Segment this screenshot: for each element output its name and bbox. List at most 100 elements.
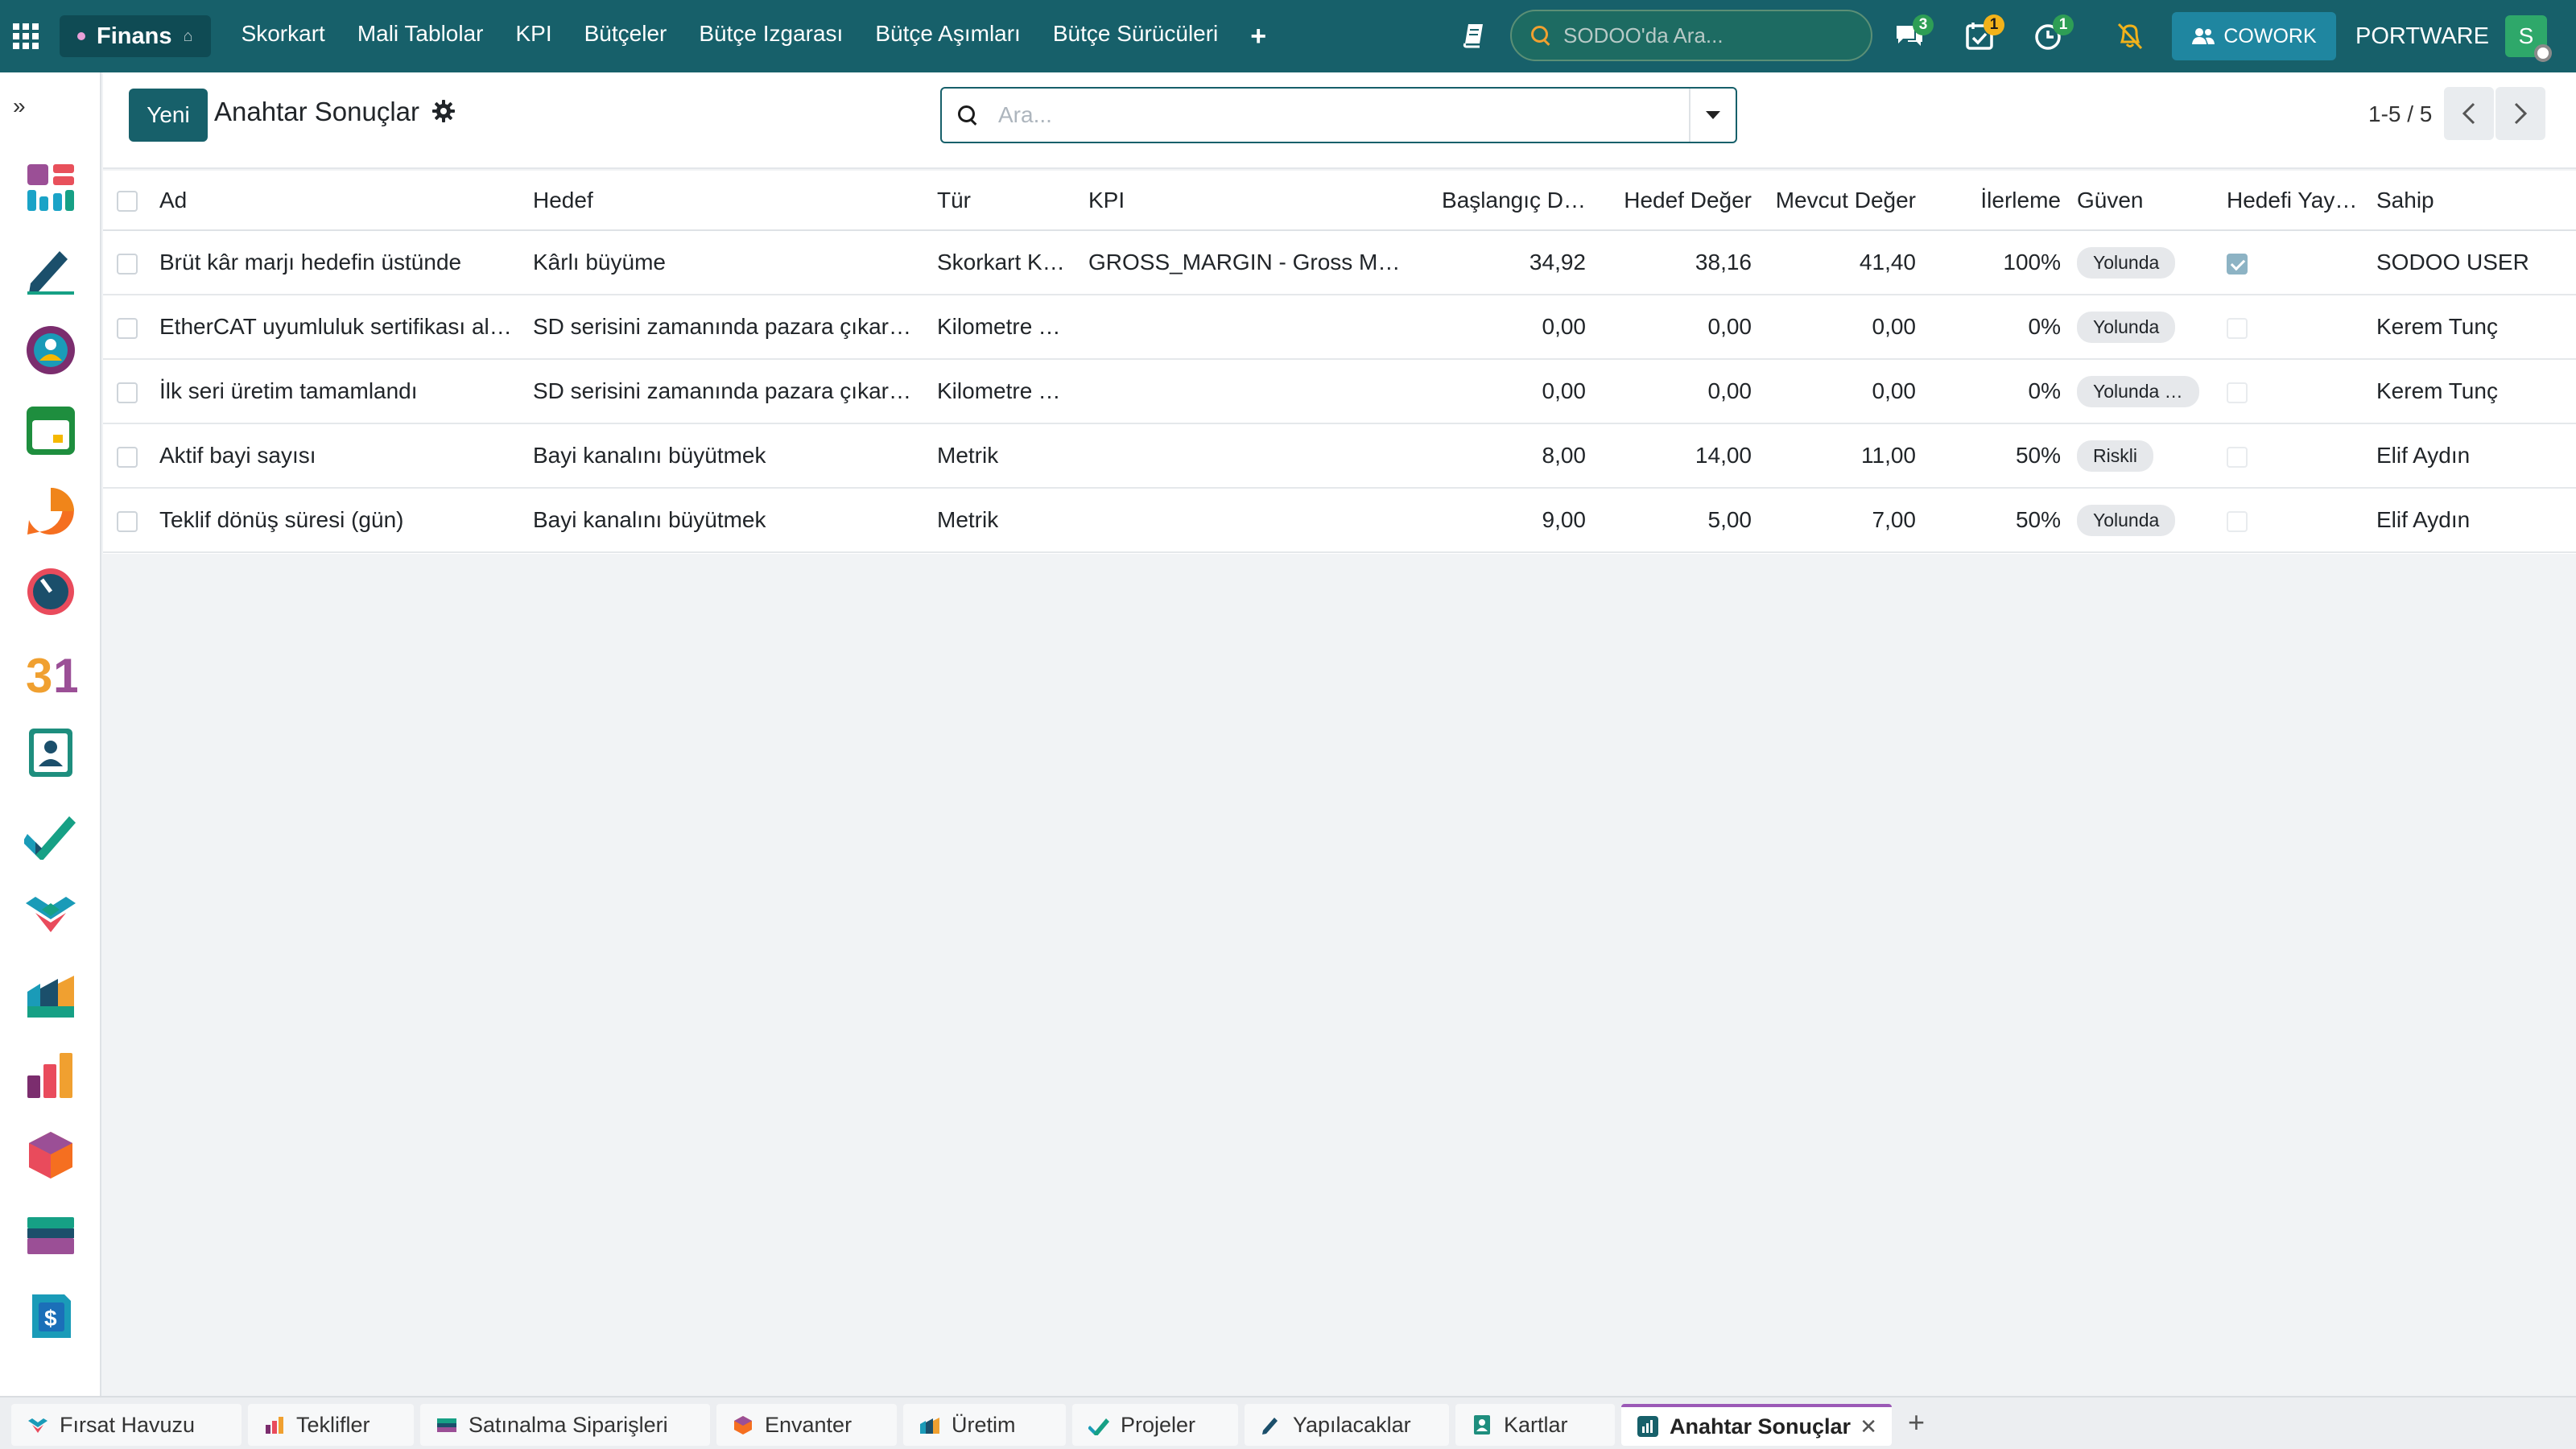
task-tab-yapilacaklar[interactable]: Yapılacaklar (1245, 1404, 1449, 1446)
cell-start-value: 0,00 (1420, 295, 1594, 360)
column-header-ilerleme[interactable]: İlerleme (1924, 171, 2069, 231)
menu-item-skorkart[interactable]: Skorkart (225, 21, 341, 52)
task-tab-kartlar[interactable]: Kartlar (1455, 1404, 1615, 1446)
achieved-checkbox[interactable] (2227, 510, 2248, 532)
crm-app-icon[interactable] (24, 887, 77, 940)
task-tab-label: Projeler (1121, 1412, 1196, 1437)
menu-item-butce-suruculeri[interactable]: Bütçe Sürücüleri (1037, 21, 1234, 52)
menu-item-kpi[interactable]: KPI (499, 21, 568, 52)
app-name: Finans (97, 23, 172, 49)
task-tab-satinalma-siparisleri[interactable]: Satınalma Siparişleri (420, 1404, 710, 1446)
cell-kpi (1080, 488, 1420, 553)
row-checkbox[interactable] (117, 317, 138, 339)
task-tab-anahtar-sonuclar[interactable]: Anahtar Sonuçlar ✕ (1621, 1404, 1892, 1446)
add-menu-icon[interactable]: + (1234, 21, 1282, 52)
global-search-input[interactable]: SODOO'da Ara... (1510, 10, 1872, 61)
task-tab-envanter[interactable]: Envanter (716, 1404, 897, 1446)
table-row[interactable]: Teklif dönüş süresi (gün) Bayi kanalını … (103, 488, 2576, 553)
row-checkbox[interactable] (117, 510, 138, 532)
row-checkbox[interactable] (117, 382, 138, 403)
column-header-hedef-deger[interactable]: Hedef Değer (1594, 171, 1760, 231)
timer-button[interactable]: 1 (2032, 14, 2074, 53)
menu-item-butceler[interactable]: Bütçeler (568, 21, 683, 52)
column-header-hedefi-yakaladi[interactable]: Hedefi Yay… (2219, 171, 2368, 231)
user-avatar[interactable]: S (2505, 15, 2552, 62)
row-select-cell (103, 230, 151, 295)
todo-app-icon[interactable] (24, 243, 77, 296)
column-header-guven[interactable]: Güven (2069, 171, 2219, 231)
users-icon (2192, 28, 2215, 44)
search-input[interactable]: Ara... (940, 87, 1737, 143)
cowork-button[interactable]: COWORK (2172, 12, 2336, 60)
invoicing-app-icon[interactable]: $ (24, 1290, 77, 1343)
column-header-kpi[interactable]: KPI (1080, 171, 1420, 231)
column-header-baslangic[interactable]: Başlangıç D… (1420, 171, 1594, 231)
calendar-app-icon[interactable] (24, 404, 77, 457)
task-tab-label: Anahtar Sonuçlar (1670, 1414, 1852, 1439)
app-switcher-finans[interactable]: Finans ⌂ (60, 15, 211, 57)
task-tab-label: Envanter (765, 1412, 852, 1437)
inventory-app-icon[interactable] (24, 1129, 77, 1182)
avatar-initial: S (2518, 23, 2534, 48)
chat-app-icon[interactable] (24, 485, 77, 538)
dashboard-app-icon[interactable] (24, 161, 77, 214)
reports-app-icon[interactable] (24, 1048, 77, 1101)
task-tab-firsat-havuzu[interactable]: Fırsat Havuzu (11, 1404, 242, 1446)
expand-sidebar-icon[interactable]: » (13, 93, 26, 119)
achieved-checkbox[interactable] (2227, 446, 2248, 468)
column-header-tur[interactable]: Tür (929, 171, 1080, 231)
contacts-app-icon[interactable] (24, 726, 77, 779)
calendar-31-app-icon[interactable]: 3 1 (24, 646, 77, 699)
column-header-ad[interactable]: Ad (151, 171, 525, 231)
cell-start-value: 34,92 (1420, 230, 1594, 295)
menu-item-butce-izgarasi[interactable]: Bütçe Izgarası (683, 21, 859, 52)
table-row[interactable]: EtherCAT uyumluluk sertifikası al… SD se… (103, 295, 2576, 360)
achieved-checkbox[interactable] (2227, 253, 2248, 275)
column-header-mevcut-deger[interactable]: Mevcut Değer (1760, 171, 1924, 231)
table-row[interactable]: Brüt kâr marjı hedefin üstünde Kârlı büy… (103, 230, 2576, 295)
cell-name: Teklif dönüş süresi (gün) (151, 488, 525, 553)
activities-button[interactable]: 1 (1963, 14, 2004, 53)
row-checkbox[interactable] (117, 446, 138, 468)
add-tab-icon[interactable]: + (1908, 1406, 1925, 1439)
company-switcher[interactable]: PORTWARE (2355, 0, 2489, 72)
task-tab-projeler[interactable]: Projeler (1072, 1404, 1238, 1446)
main-menu: Skorkart Mali Tablolar KPI Bütçeler Bütç… (225, 21, 1283, 52)
knowledge-book-icon[interactable] (1462, 23, 1486, 48)
pager-value[interactable]: 1-5 / 5 (2368, 101, 2432, 127)
close-icon[interactable]: ✕ (1860, 1414, 1877, 1439)
discuss-app-icon[interactable] (24, 324, 77, 377)
task-tab-teklifler[interactable]: Teklifler (248, 1404, 414, 1446)
purchase-app-icon[interactable] (24, 1209, 77, 1262)
table-row[interactable]: Aktif bayi sayısı Bayi kanalını büyütmek… (103, 423, 2576, 489)
pager-previous-button[interactable] (2444, 87, 2494, 140)
timesheet-app-icon[interactable] (24, 565, 77, 618)
task-tab-uretim[interactable]: Üretim (903, 1404, 1066, 1446)
achieved-checkbox[interactable] (2227, 382, 2248, 403)
column-header-hedef[interactable]: Hedef (525, 171, 929, 231)
search-options-toggle[interactable] (1689, 89, 1736, 142)
manufacturing-app-icon[interactable] (24, 968, 77, 1021)
new-record-button[interactable]: Yeni (129, 89, 208, 142)
page-title: Anahtar Sonuçlar (214, 97, 419, 126)
column-header-sahip[interactable]: Sahip (2368, 171, 2576, 231)
achieved-checkbox[interactable] (2227, 317, 2248, 339)
projects-app-icon[interactable] (24, 807, 77, 860)
cell-kpi (1080, 423, 1420, 489)
pager-next-button[interactable] (2496, 87, 2545, 140)
cell-progress: 0% (1924, 295, 2069, 360)
gear-icon[interactable] (432, 100, 455, 122)
contacts-icon (1474, 1415, 1490, 1435)
row-checkbox[interactable] (117, 253, 138, 275)
app-sidebar: » 3 1 $ (0, 72, 101, 1396)
key-results-table: Ad Hedef Tür KPI Başlangıç D… Hedef Değe… (103, 171, 2576, 553)
select-all-checkbox[interactable] (117, 191, 138, 213)
messages-button[interactable]: 3 (1892, 14, 1934, 53)
menu-item-mali-tablolar[interactable]: Mali Tablolar (341, 21, 500, 52)
table-row[interactable]: İlk seri üretim tamamlandı SD serisini z… (103, 359, 2576, 424)
menu-item-butce-asimlari[interactable]: Bütçe Aşımları (859, 21, 1037, 52)
task-tab-label: Satınalma Siparişleri (469, 1412, 668, 1437)
cell-owner: SODOO USER (2368, 230, 2576, 295)
notifications-mute-button[interactable] (2112, 18, 2148, 53)
apps-menu-button[interactable] (0, 0, 52, 72)
